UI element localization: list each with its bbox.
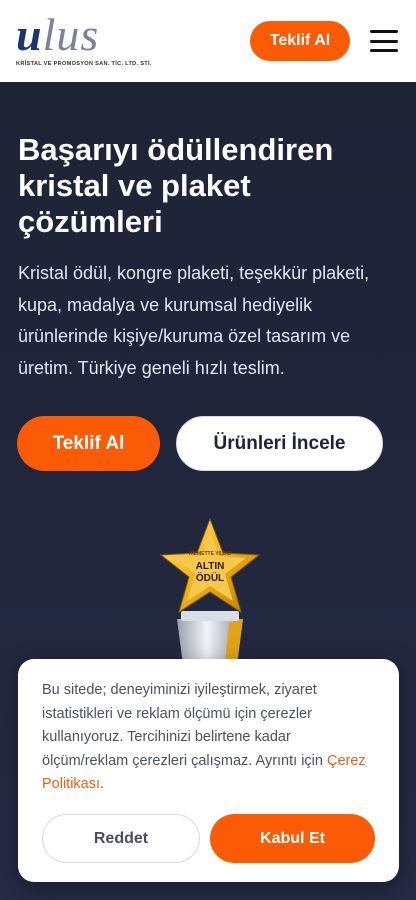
trophy-line1: ALTIN: [196, 561, 225, 572]
cookie-accept-button[interactable]: Kabul Et: [210, 814, 375, 863]
site-header: u lus KRİSTAL VE PROMOSYON SAN. TİC. LTD.…: [0, 0, 416, 82]
logo-letter-u: u: [16, 9, 43, 60]
hero-description: Kristal ödül, kongre plaketi, teşekkür p…: [18, 263, 370, 378]
hero-quote-button[interactable]: Teklif Al: [17, 416, 160, 471]
header-actions: Teklif Al: [250, 21, 398, 61]
cookie-actions: Reddet Kabul Et: [42, 814, 375, 863]
cookie-reject-button[interactable]: Reddet: [42, 814, 200, 863]
logo-letters: lus: [42, 9, 100, 60]
logo-wordmark: u lus: [16, 9, 152, 60]
menu-bar: [370, 30, 398, 33]
hamburger-menu-icon[interactable]: [370, 30, 398, 52]
header-quote-button[interactable]: Teklif Al: [250, 21, 350, 61]
browse-products-button[interactable]: Ürünleri İncele: [176, 416, 383, 471]
cookie-message-end: .: [100, 776, 105, 792]
cookie-text-block: Bu sitede; deneyiminizi iyileştirmek, zi…: [42, 679, 375, 797]
cookie-consent-banner: Bu sitede; deneyiminizi iyileştirmek, zi…: [18, 659, 399, 882]
trophy-small-label: HİZMETTE YILDIZ: [189, 550, 231, 557]
hero-title: Başarıyı ödüllendiren kristal ve plaket …: [18, 132, 334, 239]
cookie-message: Bu sitede; deneyiminizi iyileştirmek, zi…: [42, 682, 327, 769]
star-trophy-icon: HİZMETTE YILDIZ ALTIN ÖDÜL: [159, 517, 261, 665]
hero-actions: Teklif Al Ürünleri İncele: [17, 416, 397, 471]
menu-bar: [370, 39, 398, 43]
ulus-logo[interactable]: u lus KRİSTAL VE PROMOSYON SAN. TİC. LTD.…: [16, 9, 152, 68]
trophy-line2: ÖDÜL: [196, 571, 224, 584]
menu-bar: [370, 49, 398, 52]
logo-subtitle: KRİSTAL VE PROMOSYON SAN. TİC. LTD. STİ.: [16, 61, 152, 67]
